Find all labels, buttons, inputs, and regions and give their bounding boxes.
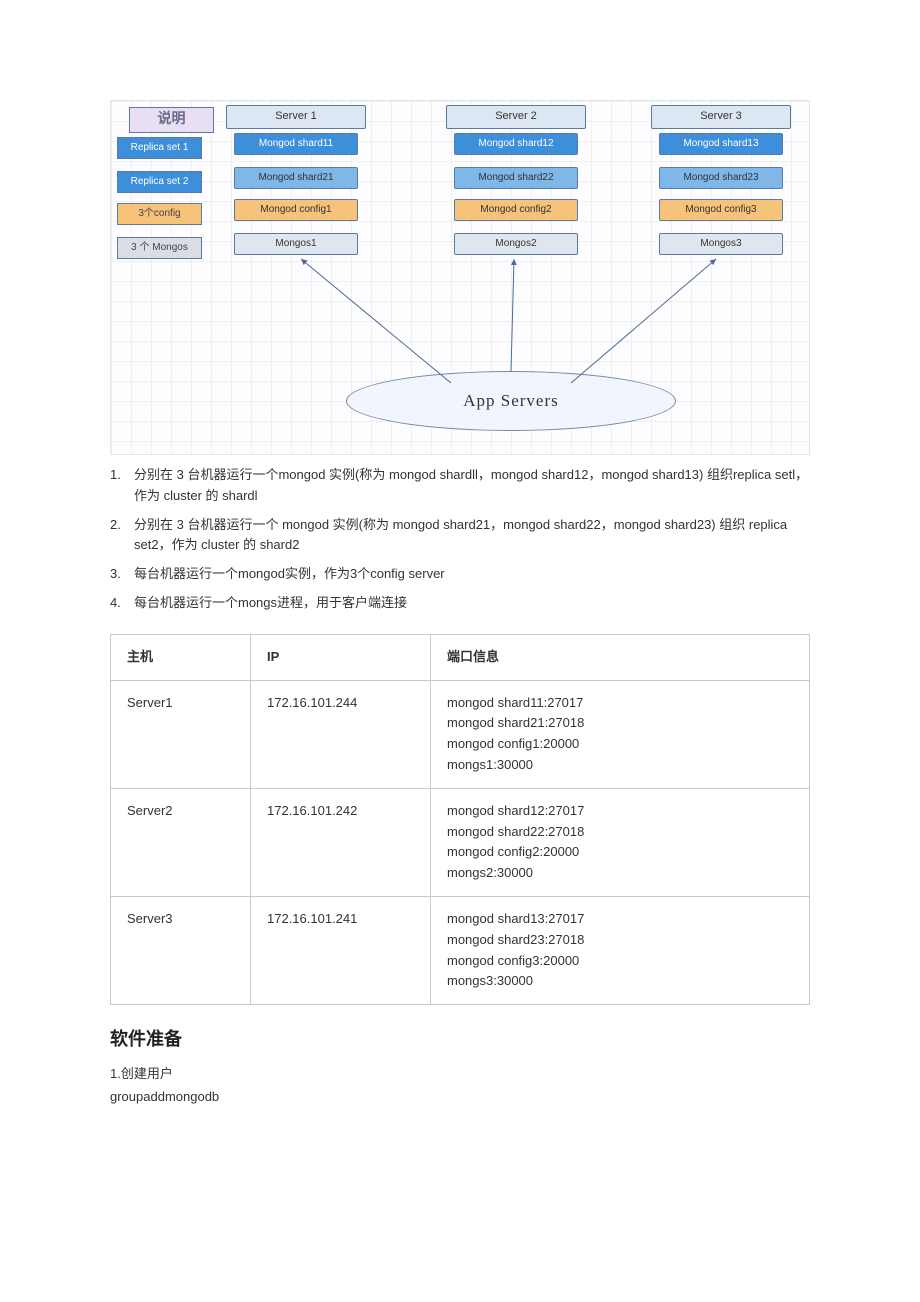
cell-shard13: Mongod shard13 (659, 133, 783, 155)
row-label-replica1: Replica set 1 (117, 137, 202, 159)
col-header-server1: Server 1 (226, 105, 366, 129)
cell-ip: 172.16.101.241 (251, 896, 431, 1004)
row-label-mongos: 3 个 Mongos (117, 237, 202, 259)
th-ip: IP (251, 634, 431, 680)
document-body: 分别在 3 台机器运行一个mongod 实例(称为 mongod shardll… (110, 465, 810, 1108)
cell-host: Server1 (111, 680, 251, 788)
hosts-table: 主机 IP 端口信息 Server1 172.16.101.244 mongod… (110, 634, 810, 1005)
col-header-server2: Server 2 (446, 105, 586, 129)
th-port: 端口信息 (431, 634, 810, 680)
steps-list: 分别在 3 台机器运行一个mongod 实例(称为 mongod shardll… (110, 465, 810, 614)
plain-line: groupaddmongodb (110, 1087, 810, 1108)
table-row: Server3 172.16.101.241 mongod shard13:27… (111, 896, 810, 1004)
cell-shard22: Mongod shard22 (454, 167, 578, 189)
step-item: 每台机器运行一个mongod实例，作为3个config server (110, 564, 810, 585)
cell-ports: mongod shard11:27017mongod shard21:27018… (431, 680, 810, 788)
step-item: 分别在 3 台机器运行一个 mongod 实例(称为 mongod shard2… (110, 515, 810, 557)
cell-ip: 172.16.101.242 (251, 788, 431, 896)
cell-host: Server2 (111, 788, 251, 896)
cell-ports: mongod shard13:27017mongod shard23:27018… (431, 896, 810, 1004)
cell-mongos2: Mongos2 (454, 233, 578, 255)
table-row: Server2 172.16.101.242 mongod shard12:27… (111, 788, 810, 896)
row-label-config: 3个config (117, 203, 202, 225)
app-servers-node: App Servers (346, 371, 676, 431)
plain-text-block: 1.创建用户 groupaddmongodb (110, 1064, 810, 1108)
plain-line: 1.创建用户 (110, 1064, 810, 1085)
cell-shard11: Mongod shard11 (234, 133, 358, 155)
cell-shard12: Mongod shard12 (454, 133, 578, 155)
cell-config2: Mongod config2 (454, 199, 578, 221)
cell-shard23: Mongod shard23 (659, 167, 783, 189)
cell-mongos1: Mongos1 (234, 233, 358, 255)
cell-ports: mongod shard12:27017mongod shard22:27018… (431, 788, 810, 896)
step-item: 每台机器运行一个mongs进程，用于客户端连接 (110, 593, 810, 614)
row-label-replica2: Replica set 2 (117, 171, 202, 193)
table-header-row: 主机 IP 端口信息 (111, 634, 810, 680)
architecture-diagram: 说明 Replica set 1 Replica set 2 3个config … (110, 100, 810, 455)
cell-ip: 172.16.101.244 (251, 680, 431, 788)
cell-config3: Mongod config3 (659, 199, 783, 221)
cell-mongos3: Mongos3 (659, 233, 783, 255)
section-heading: 软件准备 (110, 1025, 810, 1054)
legend-box: 说明 (129, 107, 214, 133)
cell-config1: Mongod config1 (234, 199, 358, 221)
th-host: 主机 (111, 634, 251, 680)
table-row: Server1 172.16.101.244 mongod shard11:27… (111, 680, 810, 788)
cell-host: Server3 (111, 896, 251, 1004)
step-item: 分别在 3 台机器运行一个mongod 实例(称为 mongod shardll… (110, 465, 810, 507)
cell-shard21: Mongod shard21 (234, 167, 358, 189)
col-header-server3: Server 3 (651, 105, 791, 129)
